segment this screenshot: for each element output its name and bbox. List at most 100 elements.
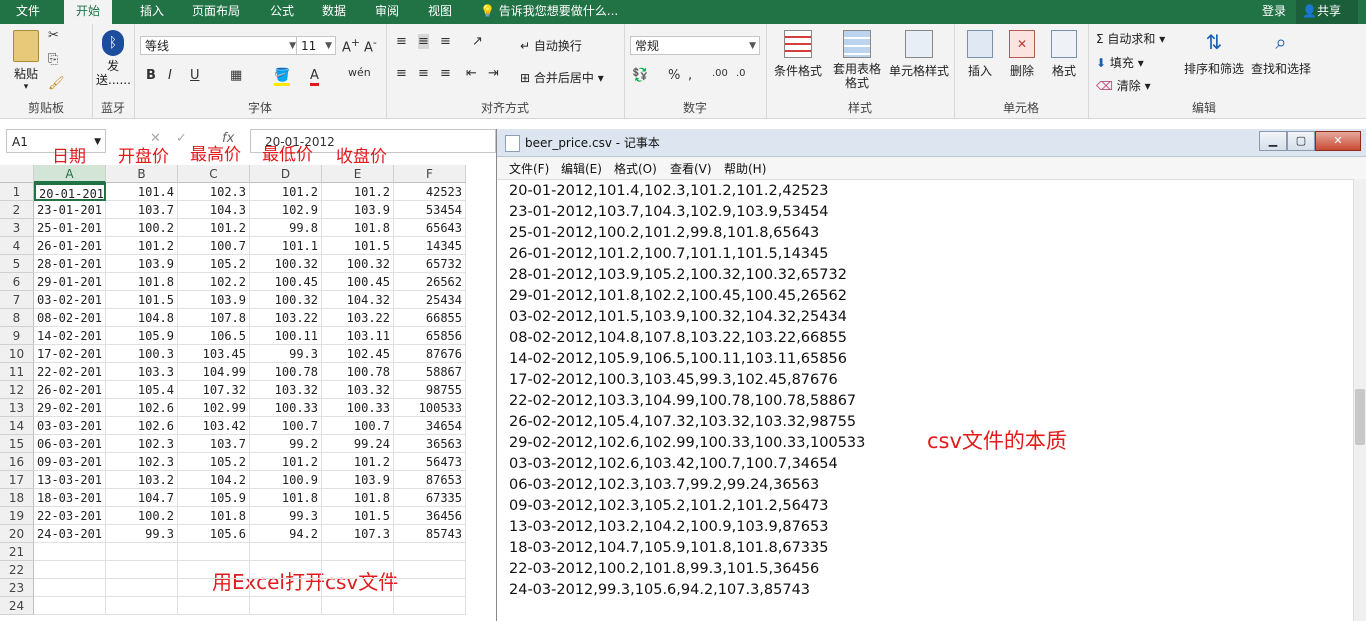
grid-cell[interactable]: 100.32 bbox=[250, 291, 322, 309]
fill-button[interactable]: ⬇ 填充 ▾ bbox=[1096, 54, 1144, 71]
phonetic-icon[interactable]: wén bbox=[348, 66, 371, 79]
row-header[interactable]: 22 bbox=[0, 561, 34, 579]
grid-cell[interactable]: 102.6 bbox=[106, 417, 178, 435]
row-header[interactable]: 8 bbox=[0, 309, 34, 327]
grid-cell[interactable]: 100.45 bbox=[250, 273, 322, 291]
tab-insert[interactable]: 插入 bbox=[140, 0, 164, 24]
grid-cell[interactable]: 18-03-201 bbox=[34, 489, 106, 507]
align-top-icon[interactable]: ≡ bbox=[396, 34, 407, 49]
grid-cell[interactable]: 107.3 bbox=[322, 525, 394, 543]
grid-cell[interactable]: 24-03-201 bbox=[34, 525, 106, 543]
grid-cell[interactable]: 22-02-201 bbox=[34, 363, 106, 381]
tell-me-box[interactable]: 💡 告诉我您想要做什么... bbox=[480, 0, 618, 24]
grid-cell[interactable]: 103.45 bbox=[178, 345, 250, 363]
grid-cell[interactable]: 06-03-201 bbox=[34, 435, 106, 453]
menu-help[interactable]: 帮助(H) bbox=[724, 160, 766, 177]
grid-cell[interactable]: 100.7 bbox=[250, 417, 322, 435]
grid-cell[interactable]: 94.2 bbox=[250, 525, 322, 543]
grid-cell[interactable]: 106.5 bbox=[178, 327, 250, 345]
insert-cells-button[interactable]: 插入 bbox=[962, 30, 998, 79]
row-header[interactable]: 10 bbox=[0, 345, 34, 363]
column-header-d[interactable]: D bbox=[250, 165, 322, 183]
grid-cell[interactable]: 53454 bbox=[394, 201, 466, 219]
row-header[interactable]: 19 bbox=[0, 507, 34, 525]
grid-cell[interactable]: 25-01-201 bbox=[34, 219, 106, 237]
paste-button[interactable]: 粘贴 ▾ bbox=[8, 30, 44, 92]
grid-cell[interactable]: 100.45 bbox=[322, 273, 394, 291]
grid-cell[interactable]: 103.42 bbox=[178, 417, 250, 435]
grid-cell[interactable]: 100.33 bbox=[250, 399, 322, 417]
grid-cell[interactable]: 09-03-201 bbox=[34, 453, 106, 471]
grid-cell[interactable]: 100.2 bbox=[106, 219, 178, 237]
column-header-a[interactable]: A bbox=[34, 165, 106, 183]
column-header-f[interactable]: F bbox=[394, 165, 466, 183]
row-header[interactable]: 21 bbox=[0, 543, 34, 561]
menu-file[interactable]: 文件(F) bbox=[509, 160, 549, 177]
grid-cell[interactable]: 103.9 bbox=[322, 471, 394, 489]
percent-icon[interactable]: % bbox=[668, 68, 680, 83]
row-header[interactable]: 11 bbox=[0, 363, 34, 381]
grid-cell[interactable] bbox=[34, 579, 106, 597]
align-right-icon[interactable]: ≡ bbox=[440, 66, 451, 81]
grid-cell[interactable]: 102.2 bbox=[178, 273, 250, 291]
grid-cell[interactable]: 104.7 bbox=[106, 489, 178, 507]
row-header[interactable]: 15 bbox=[0, 435, 34, 453]
grid-cell[interactable] bbox=[394, 561, 466, 579]
grid-cell[interactable]: 98755 bbox=[394, 381, 466, 399]
grid-cell[interactable]: 101.2 bbox=[322, 183, 394, 201]
row-header[interactable]: 23 bbox=[0, 579, 34, 597]
grid-cell[interactable]: 26-02-201 bbox=[34, 381, 106, 399]
grid-cell[interactable] bbox=[106, 543, 178, 561]
grid-cell[interactable] bbox=[250, 579, 322, 597]
grid-cell[interactable]: 104.99 bbox=[178, 363, 250, 381]
tab-view[interactable]: 视图 bbox=[428, 0, 452, 24]
align-bottom-icon[interactable]: ≡ bbox=[440, 34, 451, 49]
row-header[interactable]: 7 bbox=[0, 291, 34, 309]
grid-cell[interactable] bbox=[178, 597, 250, 615]
grid-cell[interactable]: 103.32 bbox=[250, 381, 322, 399]
grid-cell[interactable]: 103.22 bbox=[250, 309, 322, 327]
decrease-decimal-icon[interactable]: .0 bbox=[736, 68, 746, 79]
grid-cell[interactable]: 99.24 bbox=[322, 435, 394, 453]
grid-cell[interactable]: 101.5 bbox=[322, 237, 394, 255]
grid-cell[interactable] bbox=[34, 561, 106, 579]
grid-cell[interactable]: 36456 bbox=[394, 507, 466, 525]
grid-cell[interactable]: 103.9 bbox=[178, 291, 250, 309]
maximize-button[interactable]: ▢ bbox=[1287, 131, 1315, 151]
font-size-combo[interactable]: 11 ▼ bbox=[296, 36, 336, 55]
increase-indent-icon[interactable]: ⇥ bbox=[488, 66, 499, 81]
row-header[interactable]: 18 bbox=[0, 489, 34, 507]
align-left-icon[interactable]: ≡ bbox=[396, 66, 407, 81]
row-header[interactable]: 14 bbox=[0, 417, 34, 435]
grid-cell[interactable]: 100.32 bbox=[250, 255, 322, 273]
grid-cell[interactable]: 107.32 bbox=[178, 381, 250, 399]
grid-cell[interactable]: 101.8 bbox=[322, 219, 394, 237]
grid-cell[interactable]: 105.2 bbox=[178, 453, 250, 471]
grid-cell[interactable] bbox=[34, 543, 106, 561]
row-header[interactable]: 5 bbox=[0, 255, 34, 273]
tab-home[interactable]: 开始 bbox=[64, 0, 113, 24]
format-painter-icon[interactable]: 🖌 bbox=[48, 76, 65, 91]
font-color-icon[interactable]: A bbox=[310, 68, 319, 86]
tab-formulas[interactable]: 公式 bbox=[270, 0, 294, 24]
tab-file[interactable]: 文件 bbox=[16, 0, 40, 24]
grid-cell[interactable]: 104.8 bbox=[106, 309, 178, 327]
grid-cell[interactable]: 99.3 bbox=[250, 345, 322, 363]
grid-cell[interactable]: 103.2 bbox=[106, 471, 178, 489]
scrollbar-thumb[interactable] bbox=[1355, 389, 1365, 445]
orientation-icon[interactable]: ↗ bbox=[472, 34, 483, 49]
grid-cell[interactable]: 100.9 bbox=[250, 471, 322, 489]
row-header[interactable]: 1 bbox=[0, 183, 34, 201]
grid-cell[interactable]: 23-01-201 bbox=[34, 201, 106, 219]
grid-cell[interactable]: 102.3 bbox=[106, 435, 178, 453]
grid-cell[interactable] bbox=[178, 561, 250, 579]
grid-cell[interactable]: 26-01-201 bbox=[34, 237, 106, 255]
grid-cell[interactable]: 34654 bbox=[394, 417, 466, 435]
font-name-combo[interactable]: 等线 ▼ bbox=[140, 36, 300, 55]
grid-cell[interactable] bbox=[250, 561, 322, 579]
grid-cell[interactable] bbox=[250, 543, 322, 561]
login-link[interactable]: 登录 bbox=[1262, 0, 1286, 22]
grid-cell[interactable] bbox=[394, 543, 466, 561]
grid-cell[interactable]: 17-02-201 bbox=[34, 345, 106, 363]
grid-cell[interactable]: 101.2 bbox=[250, 183, 322, 201]
